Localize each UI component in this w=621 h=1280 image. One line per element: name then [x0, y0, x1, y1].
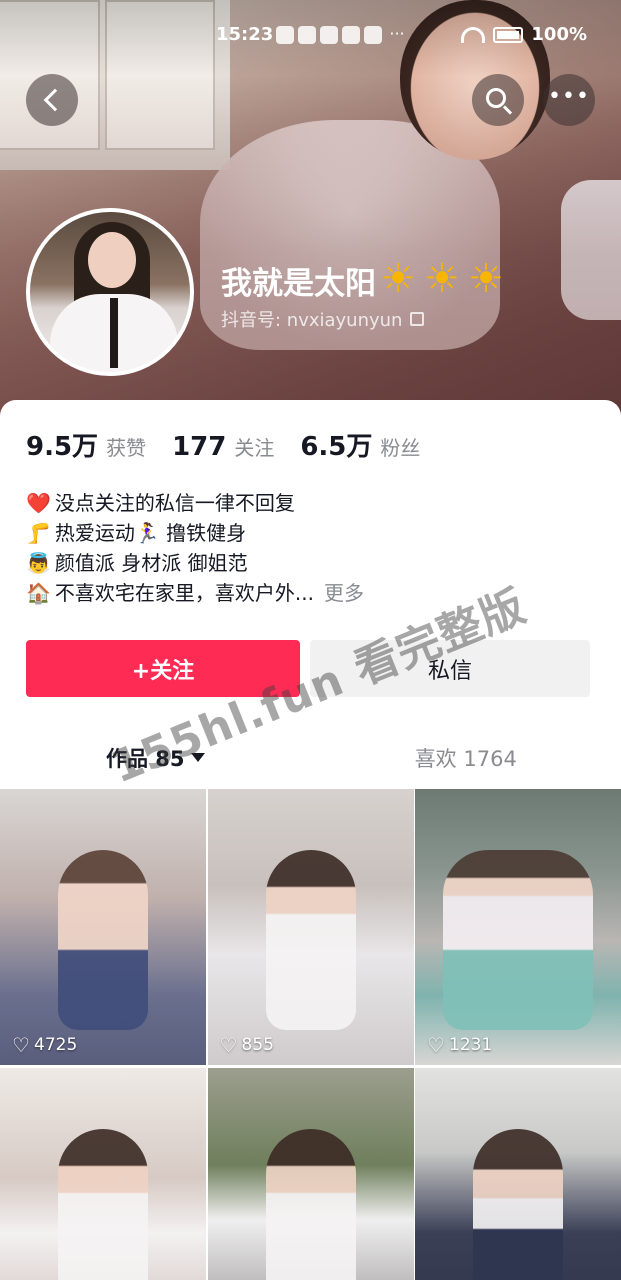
bio-line: ❤️ 没点关注的私信一律不回复	[26, 488, 606, 518]
video-likes: 4725	[12, 1035, 77, 1055]
hotspot-icon	[364, 26, 382, 44]
video-tile[interactable]: 1231	[415, 789, 621, 1065]
heart-outline-icon	[12, 1037, 30, 1053]
profile-card: 9.5万 获赞 177 关注 6.5万 粉丝 ❤️ 没点关注的私信一律不回复 🦵…	[0, 400, 621, 790]
heart-outline-icon	[220, 1037, 238, 1053]
video-tile[interactable]	[207, 1068, 414, 1280]
chevron-left-icon	[43, 88, 67, 112]
video-grid: 4725 855 1231	[0, 789, 621, 1280]
video-tile[interactable]	[415, 1068, 621, 1280]
nickname-text: 我就是太阳	[221, 266, 376, 302]
house-icon: 🏠	[26, 581, 51, 605]
video-likes: 1231	[427, 1035, 492, 1055]
heart-icon: ❤️	[26, 491, 51, 515]
battery-icon	[493, 26, 524, 43]
stat-following[interactable]: 177 关注	[172, 432, 274, 462]
angel-icon: 👼	[26, 551, 51, 575]
video-likes: 855	[220, 1035, 274, 1055]
sun-icon	[380, 259, 420, 301]
copy-icon[interactable]	[410, 312, 425, 326]
leg-icon: 🦵	[26, 521, 51, 545]
profile-nickname: 我就是太阳	[221, 258, 508, 303]
heart-outline-icon	[427, 1037, 445, 1053]
more-dots-icon: •••	[548, 84, 590, 109]
search-button[interactable]	[472, 74, 524, 126]
notification-icons: ···	[276, 26, 408, 44]
status-time: 15:23	[216, 24, 274, 45]
profile-tabs: 作品 85 喜欢 1764	[0, 730, 621, 785]
account-id[interactable]: 抖音号: nvxiayunyun	[221, 306, 425, 332]
back-button[interactable]	[26, 74, 78, 126]
telegram-icon	[342, 26, 360, 44]
video-tile[interactable]	[0, 1068, 206, 1280]
status-bar: 15:23 ··· 100%	[0, 22, 621, 52]
profile-stats: 9.5万 获赞 177 关注 6.5万 粉丝	[26, 426, 420, 463]
video-tile[interactable]: 4725	[0, 789, 206, 1065]
app-notification-icon	[276, 26, 294, 44]
more-notifications-icon: ···	[389, 24, 405, 43]
sun-icon	[424, 259, 464, 301]
search-icon	[486, 88, 506, 108]
stat-followers[interactable]: 6.5万 粉丝	[300, 426, 420, 463]
sun-icon	[468, 259, 508, 301]
profile-bio[interactable]: ❤️ 没点关注的私信一律不回复 🦵 热爱运动🏃‍♀️ 撸铁健身 👼 颜值派 身材…	[26, 488, 606, 608]
bio-line: 👼 颜值派 身材派 御姐范	[26, 548, 606, 578]
bio-more-link[interactable]: 更多	[324, 578, 364, 608]
avatar[interactable]	[26, 208, 194, 376]
video-tile[interactable]: 855	[207, 789, 414, 1065]
tab-likes[interactable]: 喜欢 1764	[311, 730, 621, 785]
battery-percent: 100%	[531, 24, 587, 45]
app-notification-icon	[298, 26, 316, 44]
app-notification-icon	[320, 26, 338, 44]
bio-line: 🦵 热爱运动🏃‍♀️ 撸铁健身	[26, 518, 606, 548]
account-id-text: 抖音号: nvxiayunyun	[221, 310, 403, 331]
wifi-icon	[461, 26, 486, 43]
more-button[interactable]: •••	[543, 74, 595, 126]
stat-likes[interactable]: 9.5万 获赞	[26, 426, 146, 463]
